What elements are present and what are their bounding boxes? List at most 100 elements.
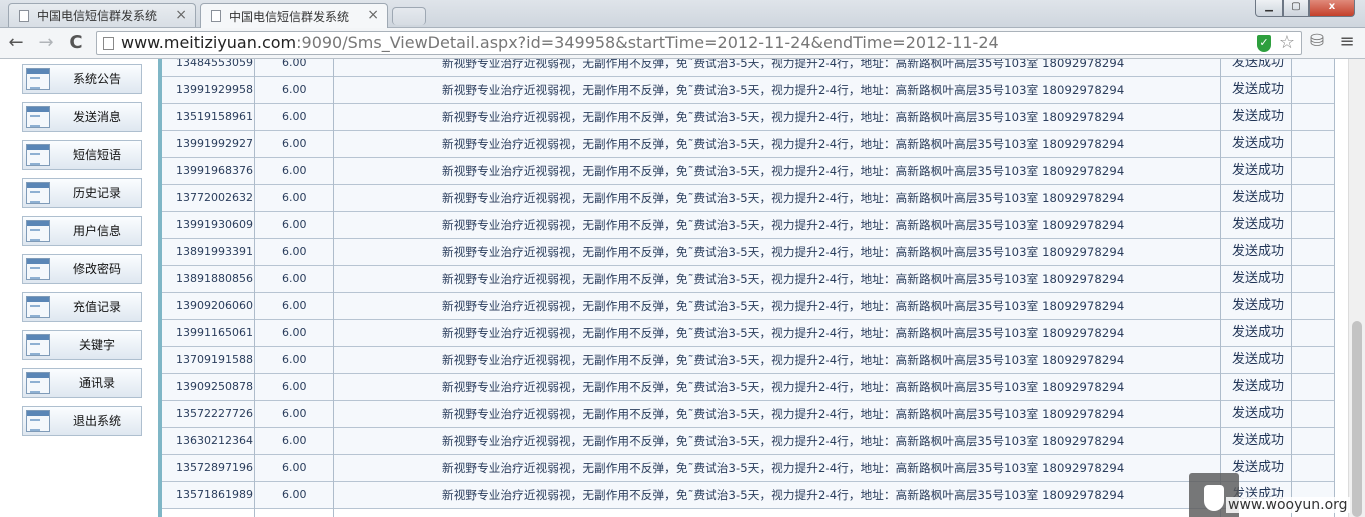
document-icon (26, 258, 50, 280)
message-cell: 新视野专业治疗近视弱视，无副作用不反弹，免˜费试治3-5天，视力提升2-4行，地… (442, 137, 1125, 151)
table-row: 13991930609 6.00 新视野专业治疗近视弱视，无副作用不反弹，免˜费试治… (162, 212, 1335, 239)
message-cell: 新视野专业治疗近视弱视，无副作用不反弹，免˜费试治3-5天，视力提升2-4行，地… (442, 218, 1125, 232)
price-cell: 6.00 (282, 218, 307, 231)
reload-button[interactable]: C (64, 31, 88, 55)
tab-title: 中国电信短信群发系统 (229, 9, 350, 24)
url-text[interactable]: www.meitiziyuan.com:9090/Sms_ViewDetail.… (121, 33, 999, 53)
message-cell: 新视野专业治疗近视弱视，无副作用不反弹，免˜费试治3-5天，视力提升2-4行，地… (442, 488, 1125, 502)
sidebar-item-label: 系统公告 (72, 72, 121, 86)
status-cell: 发送成功 (1232, 59, 1285, 70)
sidebar-item-contacts[interactable]: 通讯录 (22, 368, 142, 398)
status-cell: 发送成功 (1232, 244, 1285, 259)
sidebar-item-announcement[interactable]: 系统公告 (22, 64, 142, 94)
status-cell: 发送成功 (1232, 136, 1285, 151)
menu-icon[interactable]: ≡ (1336, 31, 1358, 53)
price-cell: 6.00 (282, 488, 307, 501)
document-icon (26, 144, 50, 166)
sidebar-item-label: 短信短语 (72, 148, 121, 162)
page-icon (19, 9, 29, 22)
sidebar-item-sms-phrases[interactable]: 短信短语 (22, 140, 142, 170)
phone-number-cell: 13572227726 (176, 407, 253, 420)
forward-button[interactable]: → (34, 31, 58, 55)
sidebar-item-keywords[interactable]: 关键字 (22, 330, 142, 360)
message-cell: 新视野专业治疗近视弱视，无副作用不反弹，免˜费试治3-5天，视力提升2-4行，地… (442, 407, 1125, 421)
message-cell: 新视野专业治疗近视弱视，无副作用不反弹，免˜费试治3-5天，视力提升2-4行，地… (442, 191, 1125, 205)
phone-number-cell: 13891880856 (176, 272, 253, 285)
price-cell: 6.00 (282, 245, 307, 258)
close-tab-icon[interactable]: × (175, 7, 187, 23)
table-row: 13991992927 6.00 新视野专业治疗近视弱视，无副作用不反弹，免˜费试治… (162, 131, 1335, 158)
table-row: 13909206060 6.00 新视野专业治疗近视弱视，无副作用不反弹，免˜费试治… (162, 293, 1335, 320)
document-icon (26, 296, 50, 318)
table-row: 13891880856 6.00 新视野专业治疗近视弱视，无副作用不反弹，免˜费试治… (162, 266, 1335, 293)
sidebar-item-label: 通讯录 (78, 376, 115, 390)
sms-detail-table: 13484553059 6.00 新视野专业治疗近视弱视，无副作用不反弹，免˜费试治… (158, 59, 1348, 517)
message-cell: 新视野专业治疗近视弱视，无副作用不反弹，免˜费试治3-5天，视力提升2-4行，地… (442, 110, 1125, 124)
shield-icon[interactable]: ✓ (1257, 35, 1271, 52)
tab-active[interactable]: 中国电信短信群发系统 × (200, 3, 388, 28)
phone-number-cell: 13991992927 (176, 137, 253, 150)
sidebar-item-label: 充值记录 (72, 300, 121, 314)
browser-toolbar: ← → C www.meitiziyuan.com:9090/Sms_ViewD… (0, 28, 1365, 59)
sidebar-item-history[interactable]: 历史记录 (22, 178, 142, 208)
tab-inactive[interactable]: 中国电信短信群发系统 × (8, 3, 196, 27)
sidebar-item-logout[interactable]: 退出系统 (22, 406, 142, 436)
sidebar-item-label: 退出系统 (72, 414, 121, 428)
phone-number-cell: 13519158961 (176, 110, 253, 123)
table-row: 13572897196 6.00 新视野专业治疗近视弱视，无副作用不反弹，免˜费试治… (162, 455, 1335, 482)
price-cell: 6.00 (282, 380, 307, 393)
document-icon (26, 106, 50, 128)
phone-number-cell: 13571861989 (176, 488, 253, 501)
status-cell: 发送成功 (1232, 379, 1285, 394)
address-bar[interactable]: www.meitiziyuan.com:9090/Sms_ViewDetail.… (96, 31, 1302, 55)
phone-number-cell: 13909206060 (176, 299, 253, 312)
price-cell: 6.00 (282, 191, 307, 204)
price-cell: 6.00 (282, 164, 307, 177)
phone-number-cell: 13991968376 (176, 164, 253, 177)
sidebar-item-label: 用户信息 (72, 224, 121, 238)
price-cell: 6.00 (282, 83, 307, 96)
price-cell: 6.00 (282, 110, 307, 123)
scrollbar-thumb[interactable] (1352, 321, 1362, 517)
message-cell: 新视野专业治疗近视弱视，无副作用不反弹，免˜费试治3-5天，视力提升2-4行，地… (442, 299, 1125, 313)
new-tab-button[interactable] (392, 7, 426, 25)
price-cell: 6.00 (282, 407, 307, 420)
sidebar-item-change-password[interactable]: 修改密码 (22, 254, 142, 284)
message-cell: 新视野专业治疗近视弱视，无副作用不反弹，免˜费试治3-5天，视力提升2-4行，地… (442, 245, 1125, 259)
back-button[interactable]: ← (4, 31, 28, 55)
document-icon (26, 220, 50, 242)
document-icon (26, 182, 50, 204)
message-cell: 新视野专业治疗近视弱视，无副作用不反弹，免˜费试治3-5天，视力提升2-4行，地… (442, 59, 1125, 70)
close-tab-icon[interactable]: × (367, 7, 379, 23)
sidebar-item-recharge-records[interactable]: 充值记录 (22, 292, 142, 322)
watermark: www.wooyun.org (1226, 497, 1350, 513)
extension-icon[interactable]: ⛁ (1306, 31, 1328, 53)
close-window-button[interactable]: x (1309, 0, 1355, 17)
table-row: 13571861989 6.00 新视野专业治疗近视弱视，无副作用不反弹，免˜费试治… (162, 482, 1335, 509)
column-divider (1334, 59, 1335, 517)
minimize-button[interactable]: ▁ (1255, 0, 1283, 17)
table-row: 13709191588 6.00 新视野专业治疗近视弱视，无副作用不反弹，免˜费试治… (162, 347, 1335, 374)
column-divider (254, 59, 255, 517)
status-cell: 发送成功 (1232, 190, 1285, 205)
price-cell: 6.00 (282, 299, 307, 312)
bookmark-star-icon[interactable]: ☆ (1279, 32, 1295, 53)
url-path: :9090/Sms_ViewDetail.aspx?id=349958&star… (296, 33, 999, 52)
column-divider (333, 59, 334, 517)
tab-strip: 中国电信短信群发系统 × 中国电信短信群发系统 × ▁ ▢ x (0, 0, 1365, 28)
price-cell: 6.00 (282, 461, 307, 474)
column-divider (1291, 59, 1292, 517)
page-content: 系统公告 发送消息 短信短语 历史记录 用户信息 修改密码 充值记录 关键字 通… (0, 59, 1365, 517)
phone-number-cell: 13891993391 (176, 245, 253, 258)
sidebar-item-label: 发送消息 (72, 110, 121, 124)
document-icon (26, 410, 50, 432)
status-cell: 发送成功 (1232, 109, 1285, 124)
vertical-scrollbar[interactable] (1348, 59, 1365, 517)
table-row: 13991165061 6.00 新视野专业治疗近视弱视，无副作用不反弹，免˜费试治… (162, 320, 1335, 347)
sidebar-item-user-info[interactable]: 用户信息 (22, 216, 142, 246)
maximize-button[interactable]: ▢ (1283, 0, 1309, 17)
sidebar-item-send-message[interactable]: 发送消息 (22, 102, 142, 132)
phone-number-cell: 13909250878 (176, 380, 253, 393)
message-cell: 新视野专业治疗近视弱视，无副作用不反弹，免˜费试治3-5天，视力提升2-4行，地… (442, 353, 1125, 367)
message-cell: 新视野专业治疗近视弱视，无副作用不反弹，免˜费试治3-5天，视力提升2-4行，地… (442, 434, 1125, 448)
